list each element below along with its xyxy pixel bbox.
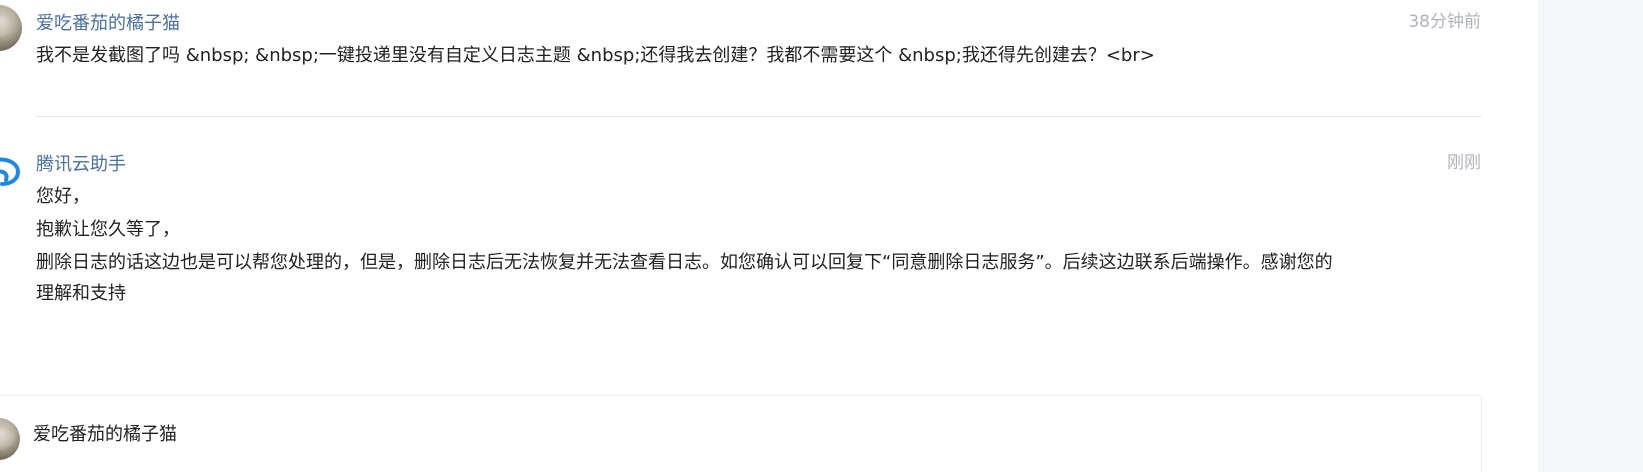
- reply-card-author: 爱吃番茄的橘子猫: [33, 424, 177, 445]
- scroll-rail[interactable]: [1538, 0, 1643, 472]
- message-body-line: 我不是发截图了吗 &nbsp; &nbsp;一键投递里没有自定义日志主题 &nb…: [36, 45, 1155, 66]
- message-timestamp: 38分钟前: [1408, 12, 1481, 32]
- message-body-line: 删除日志的话这边也是可以帮您处理的，但是，删除日志后无法恢复并无法查看日志。如您…: [36, 252, 1333, 273]
- message-author-link[interactable]: 爱吃番茄的橘子猫: [36, 12, 180, 36]
- user-avatar[interactable]: [0, 5, 22, 51]
- message-body-line: 抱歉让您久等了，: [36, 219, 180, 240]
- message-thread: 爱吃番茄的橘子猫 38分钟前 我不是发截图了吗 &nbsp; &nbsp;一键投…: [0, 0, 1643, 472]
- cloud-icon: [0, 157, 21, 186]
- message-body-line: 您好，: [36, 186, 90, 207]
- reply-card: [0, 395, 1482, 472]
- message-divider: [36, 116, 1482, 117]
- message-author-link[interactable]: 腾讯云助手: [36, 153, 126, 177]
- message-body-line: 理解和支持: [36, 283, 126, 304]
- message-timestamp: 刚刚: [1447, 153, 1481, 173]
